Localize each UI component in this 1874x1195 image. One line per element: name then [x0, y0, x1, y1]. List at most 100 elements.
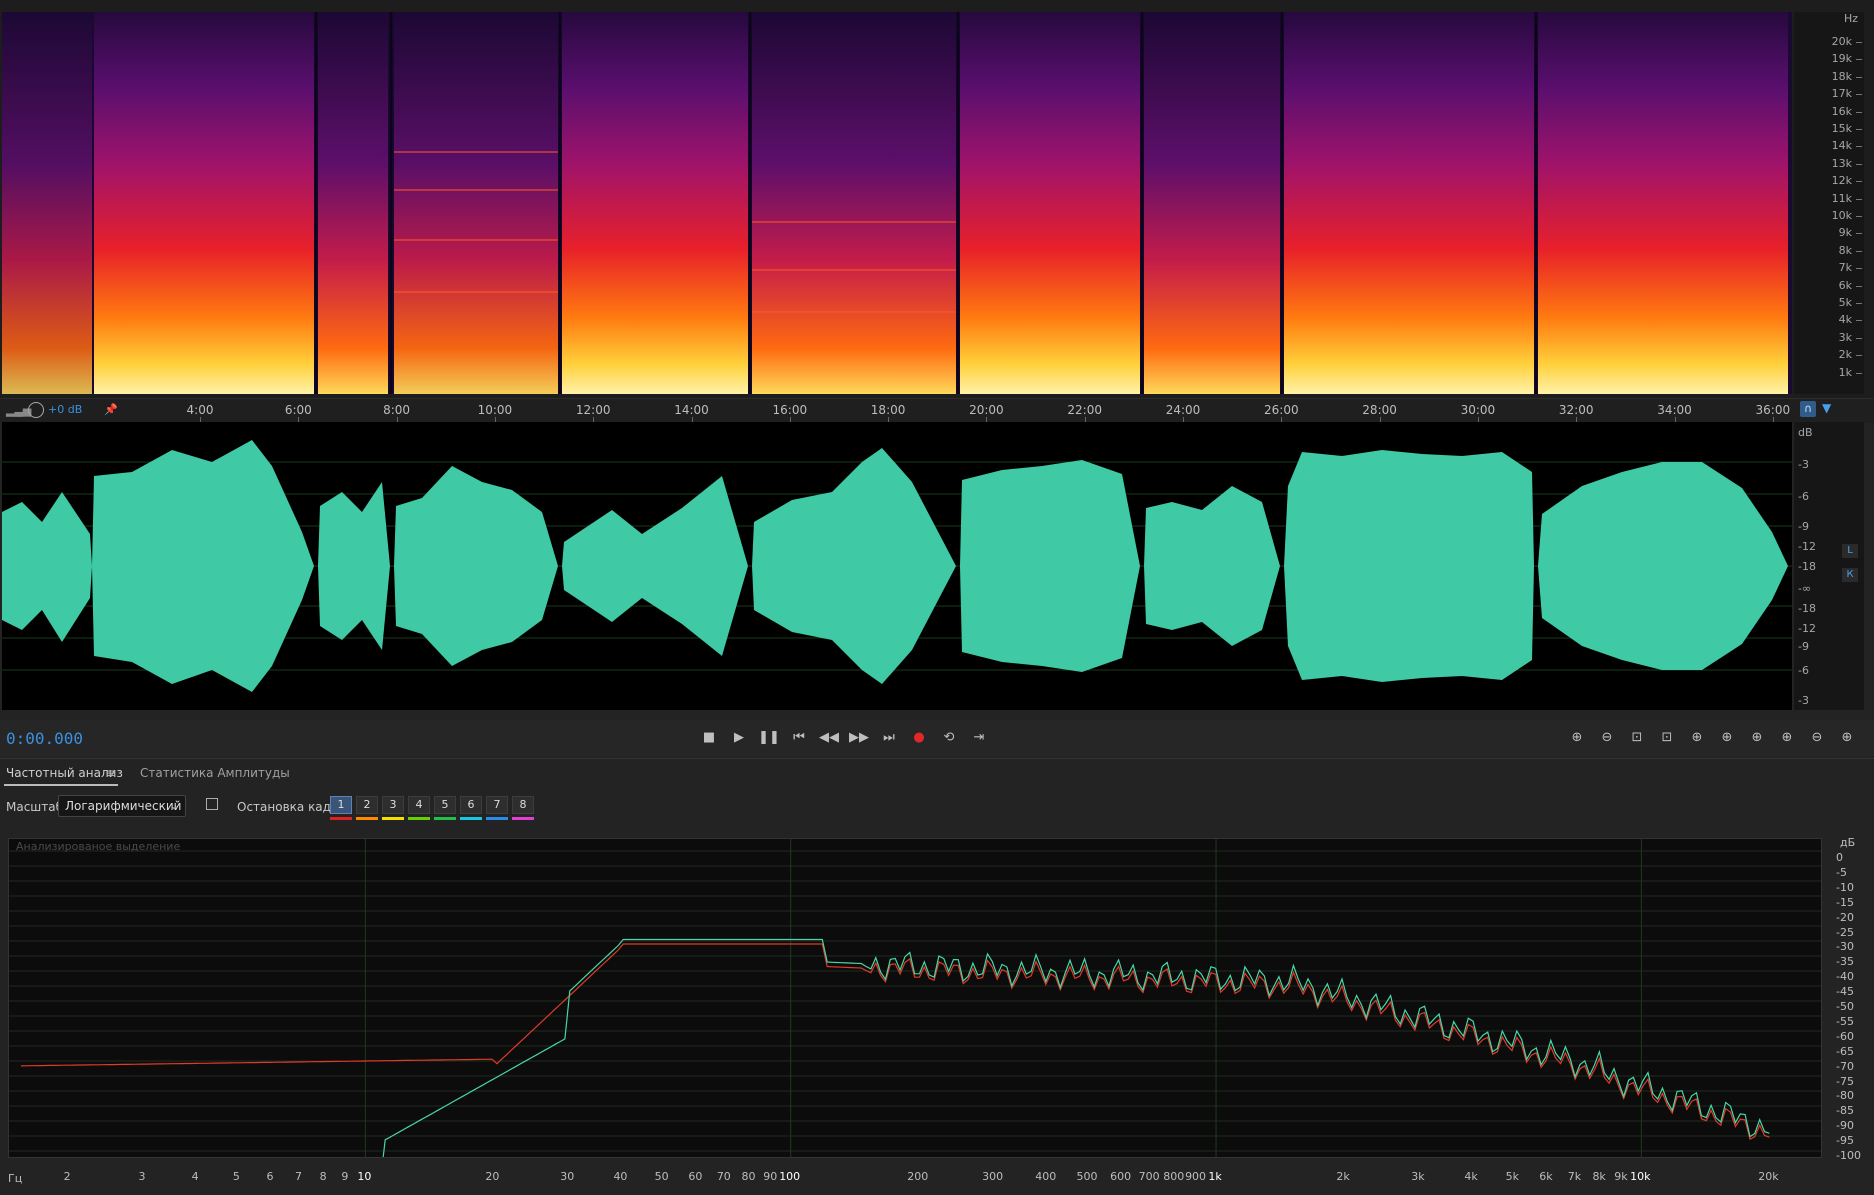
- amplitude-ruler: dB -3 -6 -9 -12 -18 -∞ -18 -12 -9 -6 -3 L К: [1794, 422, 1864, 710]
- hz-tick-mark: [1856, 181, 1862, 183]
- graph-freq-label: 10k: [1630, 1170, 1651, 1183]
- graph-freq-label: 300: [982, 1170, 1004, 1183]
- graph-freq-label: 9k: [1614, 1170, 1628, 1183]
- to-end-button[interactable]: ⏭: [876, 724, 902, 750]
- db-tick-label: -18: [1798, 560, 1816, 573]
- graph-freq-label: 8k: [1592, 1170, 1606, 1183]
- db-tick-label: -18: [1798, 602, 1816, 615]
- zoom-button[interactable]: ⊖: [1804, 724, 1830, 750]
- play-button[interactable]: ▶: [726, 724, 752, 750]
- graph-freq-label: 5: [232, 1170, 240, 1183]
- freeze-frame-color-bar: [512, 817, 534, 820]
- freeze-frame-button[interactable]: 4: [408, 796, 430, 814]
- time-tick-label: 14:00: [674, 403, 709, 417]
- zoom-button[interactable]: ⊖: [1594, 724, 1620, 750]
- graph-freq-label: 9: [341, 1170, 349, 1183]
- db-tick-label: -∞: [1798, 582, 1812, 595]
- hz-tick-mark: [1856, 59, 1862, 61]
- hz-tick-mark: [1856, 216, 1862, 217]
- graph-freq-label: 40: [613, 1170, 628, 1183]
- time-tick-label: 22:00: [1067, 403, 1102, 417]
- time-tick-label: 12:00: [575, 403, 611, 417]
- graph-freq-label: 500: [1076, 1170, 1098, 1183]
- graph-freq-label: 200: [907, 1170, 929, 1183]
- hz-tick-label: 4k: [1838, 313, 1852, 327]
- copy-icon[interactable]: [206, 798, 218, 810]
- fast-forward-button[interactable]: ▶▶: [846, 724, 872, 750]
- waveform-view[interactable]: [2, 422, 1792, 710]
- zoom-button[interactable]: ⊕: [1834, 724, 1860, 750]
- time-tick-label: 36:00: [1755, 403, 1791, 417]
- graph-freq-label: 20: [485, 1170, 500, 1183]
- snap-icon[interactable]: ∩: [1800, 401, 1816, 417]
- timecode-display[interactable]: 0:00.000: [6, 729, 83, 748]
- time-tick-label: 18:00: [870, 403, 906, 417]
- db-unit-label: dB: [1798, 426, 1813, 439]
- graph-db-label: -15: [1836, 895, 1854, 909]
- waveform-image: [2, 440, 1792, 692]
- zoom-button[interactable]: ⊕: [1564, 724, 1590, 750]
- freeze-frame-button[interactable]: 8: [512, 796, 534, 814]
- loop-button[interactable]: ⟲: [936, 724, 962, 750]
- hz-tick-label: 20k: [1831, 35, 1852, 48]
- graph-freq-label: 4: [191, 1170, 199, 1183]
- graph-title: Анализированое выделение: [16, 840, 181, 853]
- zoom-button[interactable]: ⊕: [1774, 724, 1800, 750]
- record-button[interactable]: ●: [906, 724, 932, 750]
- freeze-frame-button[interactable]: 3: [382, 796, 404, 814]
- freeze-frame-color-bar: [382, 817, 404, 820]
- zoom-button[interactable]: ⊕: [1744, 724, 1770, 750]
- freeze-frame-color-bar: [408, 817, 430, 820]
- freeze-frame-button[interactable]: 2: [356, 796, 378, 814]
- to-start-button[interactable]: ⏮: [786, 724, 812, 750]
- time-tick-label: 20:00: [969, 403, 1004, 417]
- pause-button[interactable]: ❚❚: [756, 724, 782, 750]
- pin-icon[interactable]: 📌: [104, 403, 118, 416]
- zoom-button[interactable]: ⊡: [1654, 724, 1680, 750]
- spectrogram-image: [2, 12, 1792, 394]
- graph-freq-label: 6k: [1539, 1170, 1553, 1183]
- freeze-frame-color-bar: [486, 817, 508, 820]
- skip-selection-button[interactable]: ⇥: [966, 724, 992, 750]
- frequency-plot: [9, 839, 1821, 1182]
- hz-tick-mark: [1856, 198, 1862, 200]
- graph-freq-label: 70: [716, 1170, 731, 1183]
- freeze-frame-button[interactable]: 1: [330, 796, 352, 814]
- frequency-graph[interactable]: [8, 838, 1822, 1182]
- db-tick-label: -12: [1798, 622, 1816, 635]
- hz-tick-label: 7k: [1838, 261, 1852, 275]
- freeze-frame-button[interactable]: 6: [460, 796, 482, 814]
- graph-freq-label: 6: [266, 1170, 274, 1183]
- hz-tick-label: 5k: [1838, 296, 1852, 309]
- db-tick-label: -3: [1798, 694, 1809, 707]
- channel-left-toggle[interactable]: L: [1842, 544, 1858, 558]
- graph-db-label: -85: [1836, 1104, 1854, 1118]
- time-ruler[interactable]: ▂▃▅ +0 dB 📌 4:00 6:00 8:00 10:00 12:00 14:00 1…: [0, 398, 1874, 423]
- hz-tick-mark: [1856, 111, 1862, 113]
- tab-amplitude-statistics[interactable]: Статистика Амплитуды: [140, 766, 290, 780]
- scale-dropdown[interactable]: Логарифмический ⌄: [58, 795, 186, 817]
- time-tick-label: 34:00: [1657, 403, 1692, 417]
- marker-icon[interactable]: ▼: [1822, 401, 1831, 415]
- zoom-button[interactable]: ⊕: [1714, 724, 1740, 750]
- graph-freq-label: 900: [1185, 1170, 1207, 1183]
- panel-menu-icon[interactable]: ≡: [106, 766, 116, 780]
- hz-tick-label: 3k: [1838, 330, 1852, 344]
- graph-freq-label: 90: [763, 1170, 778, 1183]
- graph-freq-label: 2k: [1336, 1170, 1350, 1183]
- stop-button[interactable]: ■: [696, 724, 722, 750]
- spectrum-line-current: [21, 938, 1770, 1182]
- freeze-frame-button[interactable]: 5: [434, 796, 456, 814]
- gain-knob-icon[interactable]: [28, 402, 44, 418]
- active-tab-indicator: [4, 784, 118, 786]
- channel-right-toggle[interactable]: К: [1842, 568, 1858, 582]
- rewind-button[interactable]: ◀◀: [816, 724, 842, 750]
- spectrogram-view[interactable]: [2, 12, 1792, 394]
- freeze-frame-button[interactable]: 7: [486, 796, 508, 814]
- hz-tick-label: 12k: [1831, 174, 1852, 188]
- gain-value[interactable]: +0 dB: [48, 403, 82, 416]
- hz-tick-mark: [1856, 320, 1862, 322]
- zoom-button[interactable]: ⊡: [1624, 724, 1650, 750]
- graph-db-label: -30: [1836, 940, 1854, 954]
- zoom-button[interactable]: ⊕: [1684, 724, 1710, 750]
